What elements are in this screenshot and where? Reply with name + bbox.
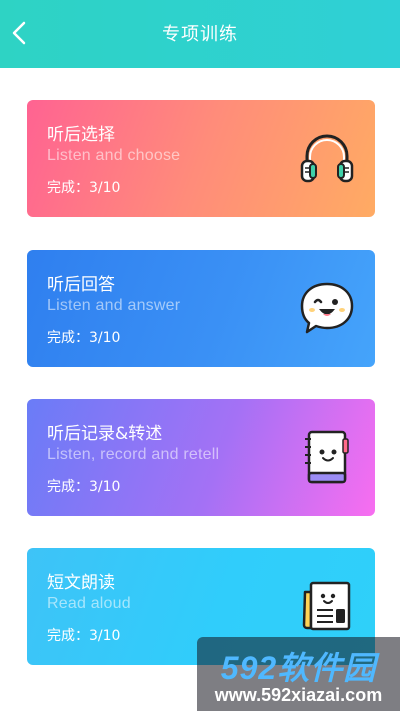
watermark-url: www.592xiazai.com — [214, 685, 383, 705]
card-title: 听后选择 — [47, 125, 115, 145]
watermark-logo: 592软件园 — [220, 650, 377, 686]
card-title: 短文朗读 — [47, 573, 115, 593]
card-subtitle: Listen, record and retell — [47, 446, 220, 463]
card-title: 听后记录&转述 — [47, 424, 163, 444]
headphones-icon — [300, 134, 354, 183]
top-bar: 专项训练 — [0, 0, 400, 68]
card-listen-record-retell[interactable]: 听后记录&转述 Listen, record and retell 完成：3/1… — [27, 399, 375, 516]
card-subtitle: Listen and choose — [47, 147, 181, 164]
card-listen-choose[interactable]: 听后选择 Listen and choose 完成：3/10 — [27, 100, 375, 217]
newspaper-icon — [302, 581, 351, 631]
notebook-icon — [305, 430, 349, 484]
card-listen-answer[interactable]: 听后回答 Listen and answer 完成：3/10 — [27, 250, 375, 367]
card-progress: 完成：3/10 — [47, 628, 121, 644]
card-progress: 完成：3/10 — [47, 479, 121, 495]
card-subtitle: Listen and answer — [47, 297, 181, 314]
page-title: 专项训练 — [162, 24, 238, 45]
card-subtitle: Read aloud — [47, 595, 131, 612]
speech-bubble-face-icon — [300, 282, 354, 334]
card-progress: 完成：3/10 — [47, 180, 121, 196]
card-progress: 完成：3/10 — [47, 330, 121, 346]
card-title: 听后回答 — [47, 275, 115, 295]
site-watermark: 592软件园 www.592xiazai.com — [197, 637, 400, 711]
